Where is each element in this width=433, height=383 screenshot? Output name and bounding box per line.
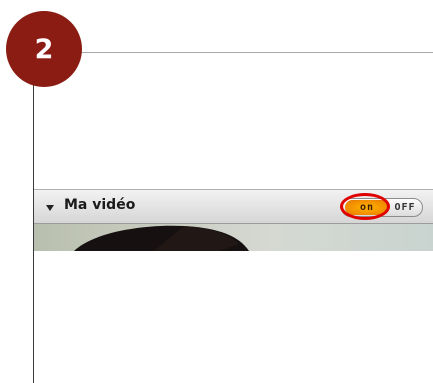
my-video-panel-header[interactable]: Ma vidéo on OFF	[34, 189, 433, 224]
step-number: 2	[34, 33, 54, 65]
collapse-arrow-icon[interactable]	[46, 205, 54, 211]
frame-top-border	[33, 52, 433, 53]
panel-title: Ma vidéo	[64, 197, 136, 213]
tutorial-screenshot: 2 Ma vidéo on OFF	[0, 0, 433, 383]
video-on-off-toggle[interactable]: on OFF	[341, 198, 423, 217]
video-preview	[34, 224, 433, 251]
step-number-badge: 2	[6, 11, 82, 87]
toggle-off-option[interactable]: OFF	[391, 200, 419, 215]
frame-left-border	[33, 52, 34, 383]
toggle-on-option[interactable]: on	[345, 200, 389, 215]
video-frame-image	[74, 225, 249, 251]
